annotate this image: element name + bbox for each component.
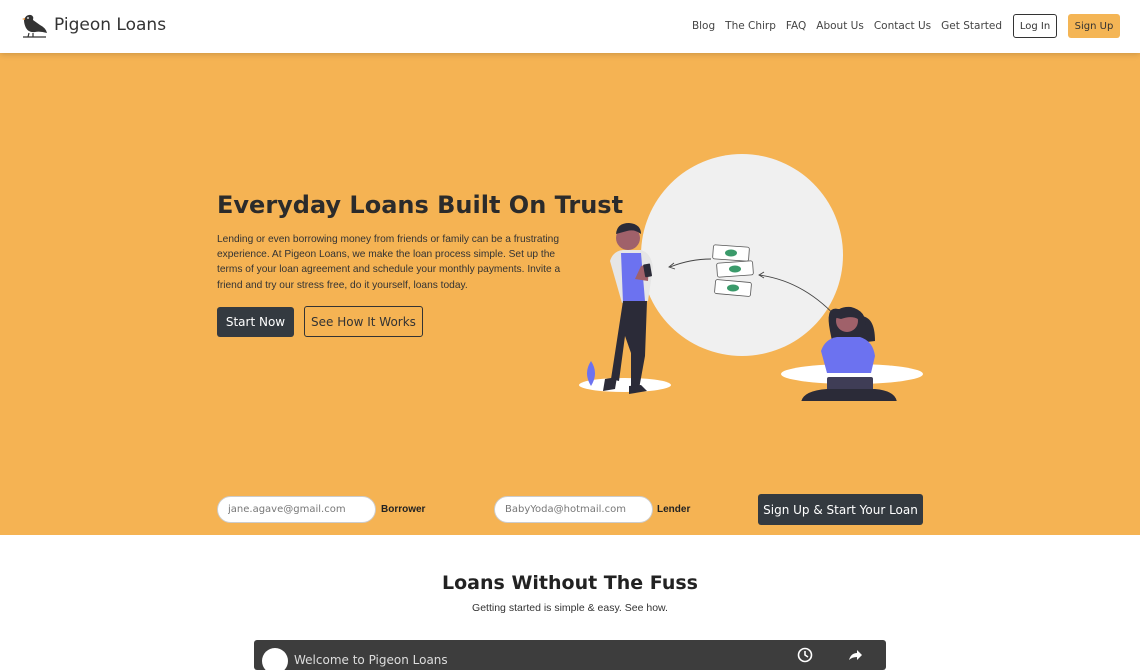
lender-email-input[interactable] (494, 496, 653, 523)
borrower-label: Borrower (381, 504, 426, 515)
login-button[interactable]: Log In (1013, 14, 1057, 38)
lender-label: Lender (657, 504, 691, 515)
video-channel-avatar[interactable] (262, 648, 288, 670)
see-how-it-works-button[interactable]: See How It Works (304, 306, 423, 337)
signup-start-loan-button[interactable]: Sign Up & Start Your Loan (758, 494, 923, 525)
nav-links: Blog The Chirp FAQ About Us Contact Us G… (682, 20, 1002, 32)
navbar: Pigeon Loans Blog The Chirp FAQ About Us… (0, 0, 1140, 53)
video-title[interactable]: Welcome to Pigeon Loans (294, 653, 448, 667)
hero-description: Lending or even borrowing money from fri… (217, 234, 561, 291)
signup-button[interactable]: Sign Up (1068, 14, 1120, 38)
nav-link-contact-us[interactable]: Contact Us (874, 20, 931, 32)
nav-link-faq[interactable]: FAQ (786, 20, 806, 32)
brand-name: Pigeon Loans (54, 15, 167, 35)
pigeon-logo-icon (22, 14, 47, 38)
nav-link-blog[interactable]: Blog (692, 20, 715, 32)
video-embed[interactable]: Welcome to Pigeon Loans (254, 640, 886, 670)
nav-link-the-chirp[interactable]: The Chirp (725, 20, 776, 32)
brand[interactable]: Pigeon Loans (20, 11, 166, 39)
section-title: Loans Without The Fuss (442, 572, 698, 594)
start-now-button[interactable]: Start Now (217, 307, 294, 337)
hero-section: Everyday Loans Built On Trust Lending or… (0, 53, 1140, 535)
hero-title: Everyday Loans Built On Trust (217, 191, 624, 219)
nav-link-about-us[interactable]: About Us (816, 20, 864, 32)
section-subtitle: Getting started is simple & easy. See ho… (472, 602, 668, 614)
nav-link-get-started[interactable]: Get Started (941, 20, 1002, 32)
borrower-email-input[interactable] (217, 496, 376, 523)
hero-illustration (579, 154, 923, 401)
